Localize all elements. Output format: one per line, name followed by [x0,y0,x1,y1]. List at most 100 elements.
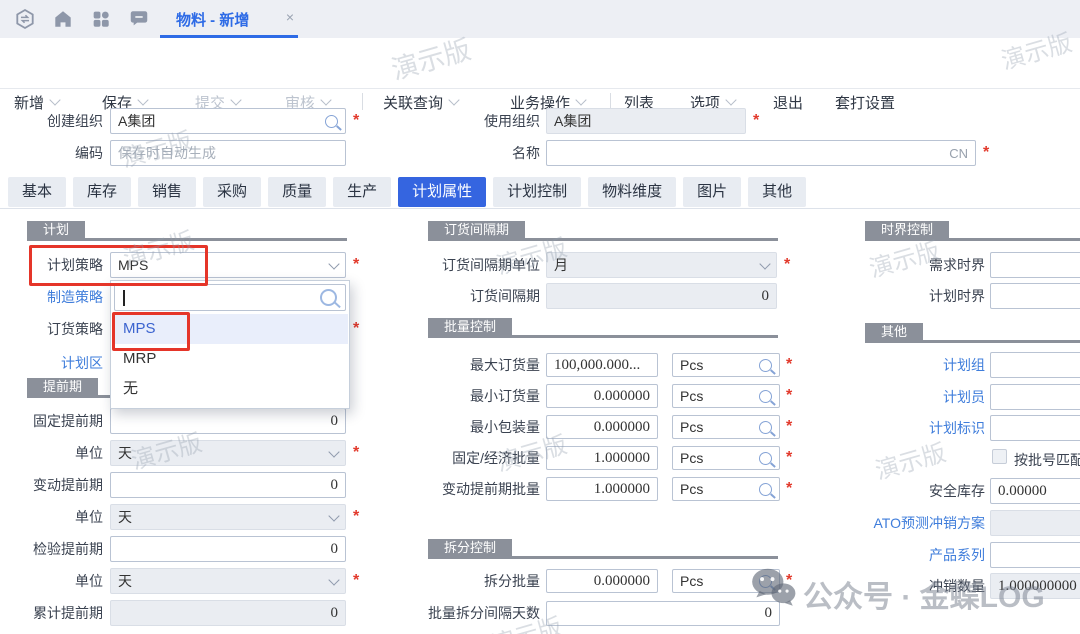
inspection-leadtime-input[interactable]: 0 [110,536,346,562]
fixed-leadtime-input[interactable]: 0 [110,408,346,434]
inspection-leadtime-label: 检验提前期 [0,536,103,562]
required-marker: * [353,573,359,589]
tab-production[interactable]: 生产 [333,177,391,207]
lookup-icon[interactable] [759,575,772,588]
min-package-qty-input[interactable]: 0.000000 [546,415,658,439]
message-icon[interactable] [128,8,150,30]
mfg-strategy-label[interactable]: 制造策略 [0,284,103,310]
split-interval-days-input[interactable]: 0 [546,601,780,626]
variable-leadtime-unit-combobox[interactable]: 天 [110,504,346,530]
planner-label[interactable]: 计划员 [845,384,985,410]
lookup-icon[interactable] [325,115,338,128]
variable-leadtime-input[interactable]: 0 [110,472,346,498]
required-marker: * [786,419,792,435]
search-icon[interactable] [320,289,337,306]
match-by-batch-checkbox[interactable] [992,449,1007,464]
apps-grid-icon[interactable] [90,8,112,30]
code-input[interactable]: 保存时自动生成 [110,140,346,166]
plan-fence-label: 计划时界 [845,283,985,309]
fixed-economic-batch-unit-input[interactable]: Pcs [672,446,780,470]
chevron-down-icon [575,94,586,105]
dropdown-option-none[interactable]: 无 [112,374,348,404]
tab-purchase[interactable]: 采购 [203,177,261,207]
tab-plan-control[interactable]: 计划控制 [493,177,581,207]
unit-label: 单位 [0,440,103,466]
tab-divider [0,208,1080,209]
plan-area-label[interactable]: 计划区 [0,350,103,376]
variable-leadtime-batch-input[interactable]: 1.000000 [546,477,658,501]
offset-qty-label: 冲销数量 [845,573,985,599]
split-batch-label: 拆分批量 [380,569,540,593]
home-icon[interactable] [52,8,74,30]
plan-flag-input[interactable] [990,415,1080,441]
min-order-qty-input[interactable]: 0.000000 [546,384,658,408]
demand-fence-label: 需求时界 [845,252,985,278]
required-marker: * [786,450,792,466]
tab-basic[interactable]: 基本 [8,177,66,207]
fixed-leadtime-unit-combobox[interactable]: 天 [110,440,346,466]
split-batch-input[interactable]: 0.000000 [546,569,658,593]
page-title: 物料 - 新增 [176,9,249,30]
exit-button[interactable]: 退出 [773,90,803,114]
ato-forecast-offset-label[interactable]: ATO预测冲销方案 [845,510,985,536]
chevron-down-icon [230,94,241,105]
min-package-qty-label: 最小包装量 [380,415,540,439]
close-tab-icon[interactable]: × [286,9,294,25]
order-interval-unit-combobox[interactable]: 月 [546,252,777,278]
split-batch-unit-input[interactable]: Pcs [672,569,780,593]
tab-strip: 基本 库存 销售 采购 质量 生产 计划属性 计划控制 物料维度 图片 其他 [8,177,806,207]
tab-sales[interactable]: 销售 [138,177,196,207]
product-series-input[interactable] [990,542,1080,568]
variable-leadtime-label: 变动提前期 [0,472,103,498]
lookup-icon[interactable] [759,452,772,465]
create-org-input[interactable]: A集团 [110,108,346,134]
dropdown-option-mps[interactable]: MPS [112,314,348,344]
tab-picture[interactable]: 图片 [683,177,741,207]
lookup-icon[interactable] [759,421,772,434]
print-setup-button[interactable]: 套打设置 [835,90,895,114]
fixed-economic-batch-input[interactable]: 1.000000 [546,446,658,470]
toolbar-divider [362,93,363,110]
plan-strategy-combobox[interactable]: MPS [110,252,346,278]
tab-quality[interactable]: 质量 [268,177,326,207]
required-marker: * [786,357,792,373]
inspection-leadtime-unit-combobox[interactable]: 天 [110,568,346,594]
name-input[interactable]: CN [546,140,976,166]
lookup-icon[interactable] [759,390,772,403]
chevron-down-icon [320,94,331,105]
plan-group-input[interactable] [990,352,1080,378]
plan-flag-label[interactable]: 计划标识 [845,415,985,441]
tab-other[interactable]: 其他 [748,177,806,207]
max-order-qty-input[interactable]: 100,000.000... [546,353,658,377]
planner-input[interactable] [990,384,1080,410]
order-interval-unit-label: 订货间隔期单位 [380,252,540,278]
tab-material-dimension[interactable]: 物料维度 [588,177,676,207]
section-plan: 计划 [27,221,347,241]
tab-inventory[interactable]: 库存 [73,177,131,207]
cumulative-leadtime-input: 0 [110,600,346,626]
plan-group-label[interactable]: 计划组 [845,352,985,378]
variable-leadtime-batch-unit-input[interactable]: Pcs [672,477,780,501]
demand-fence-input[interactable] [990,252,1080,278]
tab-plan-attributes[interactable]: 计划属性 [398,177,486,207]
dropdown-search-input[interactable] [114,284,346,311]
product-series-label[interactable]: 产品系列 [845,542,985,568]
chevron-down-icon [328,510,339,521]
plan-fence-input[interactable] [990,283,1080,309]
safety-stock-input[interactable]: 0.00000 [990,478,1080,504]
max-order-qty-unit-input[interactable]: Pcs [672,353,780,377]
min-package-qty-unit-input[interactable]: Pcs [672,415,780,439]
lookup-icon[interactable] [759,359,772,372]
logo-sync-icon[interactable] [14,8,36,30]
required-marker: * [753,113,759,129]
tab-material-new[interactable]: 物料 - 新增 × [160,0,298,38]
required-marker: * [353,509,359,525]
order-strategy-label: 订货策略 [0,316,103,342]
safety-stock-label: 安全库存 [845,478,985,504]
min-order-qty-unit-input[interactable]: Pcs [672,384,780,408]
lookup-icon[interactable] [759,483,772,496]
chevron-down-icon [137,94,148,105]
dropdown-option-mrp[interactable]: MRP [112,344,348,374]
ato-forecast-offset-input [990,510,1080,536]
chevron-down-icon [759,258,770,269]
